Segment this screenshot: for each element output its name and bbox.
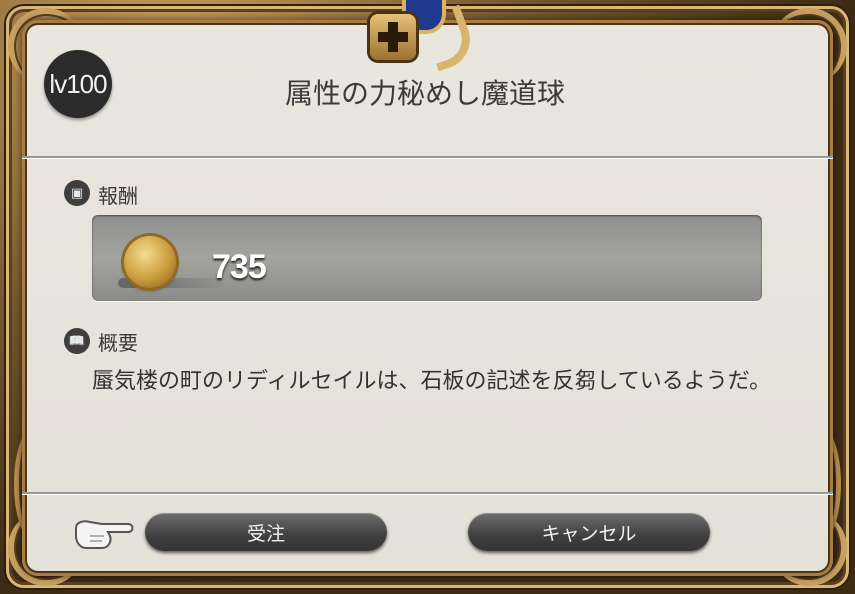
quest-title: 属性の力秘めし魔道球 bbox=[284, 77, 565, 110]
footer-divider bbox=[22, 492, 833, 494]
pointing-hand-cursor-icon bbox=[75, 520, 134, 549]
gil-coin-icon[interactable] bbox=[124, 236, 176, 288]
reward-box bbox=[92, 215, 762, 301]
header-divider bbox=[22, 156, 833, 158]
summary-book-icon: 📖 bbox=[64, 328, 90, 354]
summary-label: 概要 bbox=[98, 331, 138, 355]
level-badge: lv100 bbox=[44, 50, 112, 118]
reward-chest-icon: ▣ bbox=[64, 180, 90, 206]
quest-emblem-icon bbox=[370, 0, 479, 72]
cancel-button[interactable]: キャンセル bbox=[468, 513, 710, 551]
reward-label: 報酬 bbox=[98, 184, 138, 208]
summary-text: 蜃気楼の町のリディルセイルは、石板の記述を反芻しているようだ。 bbox=[92, 369, 772, 394]
accept-button[interactable]: 受注 bbox=[145, 513, 387, 551]
reward-amount: 735 bbox=[212, 248, 267, 286]
